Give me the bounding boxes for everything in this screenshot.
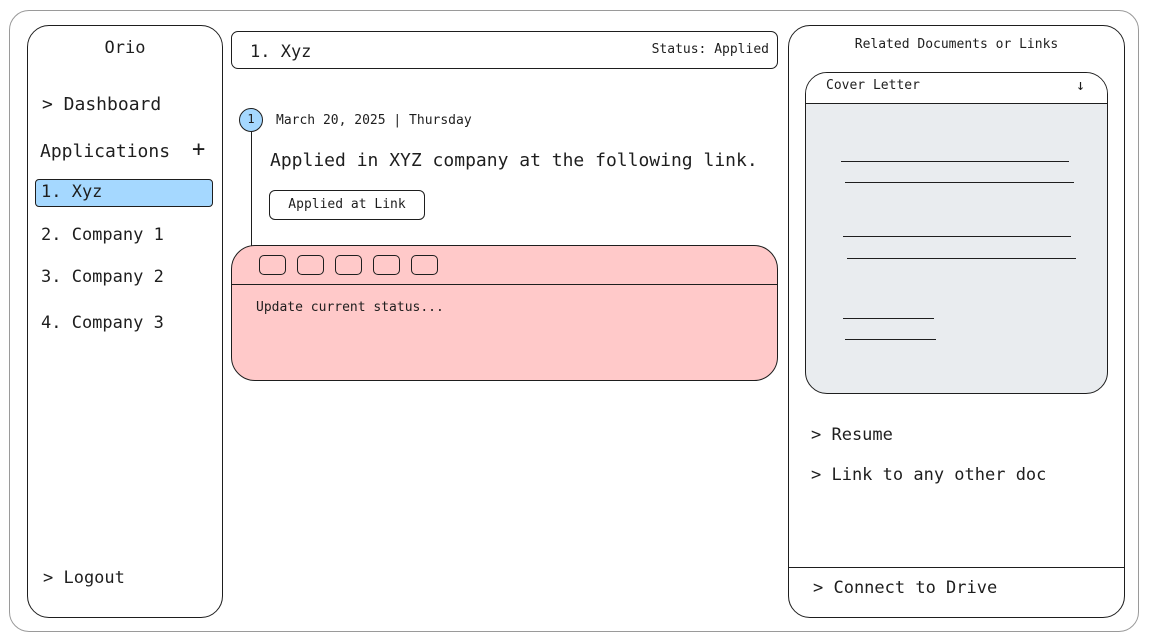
application-header: 1. Xyz Status: Applied [231,31,778,69]
status-update-input[interactable]: Update current status... [256,300,444,315]
sidebar-item-application[interactable]: 3. Company 2 [35,264,213,292]
timeline-step-marker: 1 [239,108,263,132]
document-text-line [845,339,936,341]
toolbar-button[interactable] [411,255,438,275]
document-text-line [845,182,1074,184]
document-text-line [843,318,934,320]
document-text-line [841,161,1069,163]
sidebar-item-application[interactable]: 2. Company 1 [35,222,213,250]
toolbar-button[interactable] [259,255,286,275]
cover-letter-card[interactable]: Cover Letter ↓ [805,72,1108,394]
sidebar: Orio > Dashboard Applications + 1. Xyz 2… [27,25,223,618]
resume-link[interactable]: > Resume [811,425,893,445]
status-update-editor[interactable]: Update current status... [231,245,778,381]
document-text-line [847,258,1076,260]
applications-heading: Applications [40,141,171,162]
sidebar-item-dashboard[interactable]: > Dashboard [42,94,161,115]
cover-letter-header[interactable]: Cover Letter ↓ [806,73,1107,104]
timeline-entry-text: Applied in XYZ company at the following … [270,150,758,171]
toolbar-divider [232,284,777,286]
document-text-line [843,236,1071,238]
cover-letter-title: Cover Letter [826,78,920,93]
add-application-button[interactable]: + [192,139,205,161]
status-badge[interactable]: Status: Applied [652,42,769,57]
page-title: 1. Xyz [250,42,312,62]
download-arrow-icon[interactable]: ↓ [1076,76,1085,94]
applied-link-button[interactable]: Applied at Link [269,190,425,220]
connect-drive-button[interactable]: > Connect to Drive [813,578,997,598]
related-documents-title: Related Documents or Links [854,37,1059,52]
app-title: Orio [104,38,146,58]
toolbar-button[interactable] [373,255,400,275]
toolbar-button[interactable] [335,255,362,275]
timeline-date: March 20, 2025 | Thursday [276,113,472,128]
other-doc-link[interactable]: > Link to any other doc [811,465,1046,485]
panel-divider [789,567,1124,569]
timeline-line [251,130,253,247]
logout-button[interactable]: > Logout [43,568,125,588]
related-documents-panel: Related Documents or Links Cover Letter … [788,25,1125,618]
toolbar-button[interactable] [297,255,324,275]
sidebar-item-application[interactable]: 4. Company 3 [35,310,213,338]
sidebar-item-application[interactable]: 1. Xyz [35,179,213,207]
